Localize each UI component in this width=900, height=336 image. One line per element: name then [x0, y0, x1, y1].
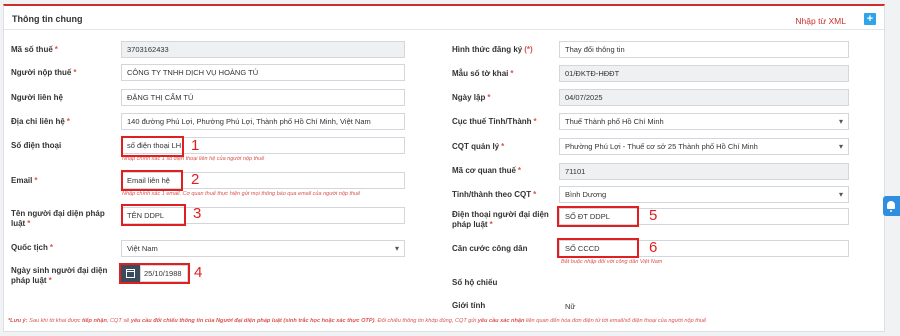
managing-authority-label: CQT quản lý *: [452, 142, 505, 151]
bell-icon: [887, 201, 895, 212]
gender-label: Giới tính: [452, 301, 486, 310]
tax-department-select[interactable]: Thuế Thành phố Hồ Chí Minh: [559, 113, 849, 130]
rep-phone-label: Điện thoại người đại diện pháp luật *: [452, 210, 549, 229]
contact-person-label: Người liên hệ: [11, 93, 63, 102]
email-hint: Nhập chính xác 1 email. Cơ quan thuế thự…: [122, 191, 361, 197]
created-date-field: 04/07/2025: [559, 89, 849, 106]
import-xml-link[interactable]: Nhập từ XML: [795, 16, 846, 26]
managing-authority-select[interactable]: Phường Phú Lợi - Thuế cơ sở 25 Thành phố…: [559, 138, 849, 155]
email-label: Email *: [11, 176, 38, 185]
marker-3: 3: [193, 205, 202, 222]
highlight-box-email: [121, 170, 183, 191]
marker-5: 5: [649, 207, 658, 224]
panel-header: Thông tin chung Nhập từ XML +: [4, 6, 884, 30]
id-card-label: Căn cước công dân: [452, 244, 528, 253]
reg-form-field: Thay đổi thông tin: [559, 41, 849, 58]
gender-field: Nữ: [559, 298, 849, 315]
highlight-box-rep-phone: [557, 206, 639, 227]
tax-department-label: Cục thuế Tỉnh/Thành *: [452, 117, 537, 126]
contact-address-label: Địa chỉ liên hệ *: [11, 117, 70, 126]
created-date-label: Ngày lập *: [452, 93, 491, 102]
tax-code-label: Mã số thuế *: [11, 45, 58, 54]
marker-6: 6: [649, 239, 658, 256]
marker-4: 4: [194, 264, 203, 281]
marker-2: 2: [191, 171, 200, 188]
contact-person-field[interactable]: ĐẶNG THỊ CẨM TÚ: [121, 89, 405, 106]
taxpayer-field[interactable]: CÔNG TY TNHH DỊCH VỤ HOÀNG TÚ: [121, 64, 405, 81]
passport-field[interactable]: [559, 274, 849, 291]
nationality-select[interactable]: Việt Nam: [121, 240, 405, 257]
legal-rep-label: Tên người đại diện pháp luật *: [11, 209, 105, 228]
birthdate-label: Ngày sinh người đại diện pháp luật *: [11, 266, 108, 285]
authority-code-label: Mã cơ quan thuế *: [452, 166, 522, 175]
highlight-box-legal-rep: [121, 204, 186, 226]
footnote: *Lưu ý: Sau khi tờ khai được tiếp nhận, …: [8, 318, 707, 324]
panel-title: Thông tin chung: [12, 14, 83, 24]
declaration-form-field: 01/ĐKTĐ-HĐĐT: [559, 65, 849, 82]
declaration-form-label: Mẫu số tờ khai *: [452, 69, 514, 78]
province-label: Tỉnh/thành theo CQT *: [452, 190, 537, 199]
taxpayer-label: Người nộp thuế *: [11, 68, 77, 77]
authority-code-field: 71101: [559, 163, 849, 180]
highlight-box-birthdate: [119, 263, 190, 284]
tax-code-field: 3703162433: [121, 41, 405, 58]
province-select[interactable]: Bình Dương: [559, 186, 849, 203]
passport-label: Số hộ chiếu: [452, 278, 498, 287]
notification-tab[interactable]: [883, 196, 900, 216]
highlight-box-phone: [121, 136, 184, 157]
phone-label: Số điện thoại: [11, 141, 62, 150]
nationality-label: Quốc tịch *: [11, 243, 54, 252]
contact-address-field[interactable]: 140 đường Phú Lợi, Phường Phú Lợi, Thành…: [121, 113, 405, 130]
reg-form-label: Hình thức đăng ký (*): [452, 45, 533, 54]
id-card-hint: Bắt buộc nhập đối với công dân Việt Nam: [561, 259, 663, 265]
import-xml-plus-icon[interactable]: +: [864, 13, 876, 25]
marker-1: 1: [191, 137, 200, 154]
highlight-box-id-card: [557, 238, 639, 258]
